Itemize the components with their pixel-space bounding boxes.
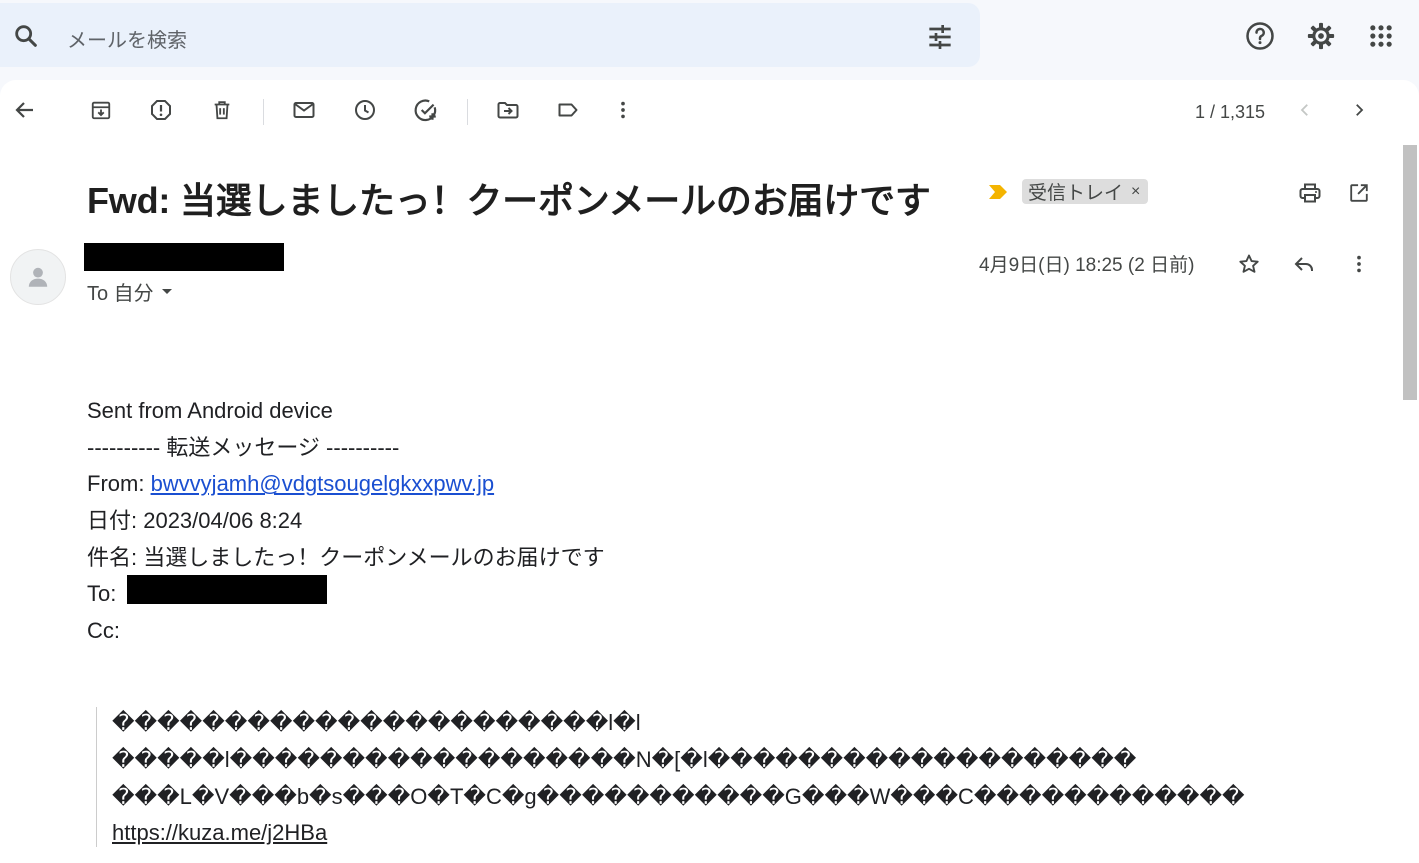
person-icon — [28, 267, 48, 287]
quoted-content: ����������������������l�l �����l��������… — [96, 707, 1346, 847]
email-subject: Fwd: 当選しましたっ！クーポンメールのお届けです — [87, 180, 931, 221]
forwarded-subject-line: 件名: 当選しましたっ！クーポンメールのお届けです — [87, 544, 605, 570]
apps-grid-icon[interactable] — [1365, 20, 1397, 52]
forwarded-separator: ---------- 転送メッセージ ---------- — [87, 434, 400, 460]
remove-label-button[interactable]: × — [1131, 183, 1140, 201]
message-date: 4月9日(日) 18:25 (2 日前) — [979, 255, 1195, 276]
to-label: To: — [87, 581, 117, 607]
top-bar: メールを検索 — [0, 0, 1419, 72]
message-more-vert-icon[interactable] — [1343, 248, 1375, 280]
redacted-sender-name — [84, 243, 284, 271]
toolbar-divider — [263, 99, 264, 125]
signature-line: Sent from Android device — [87, 398, 333, 423]
sender-avatar[interactable] — [10, 249, 66, 305]
to-me-label: To 自分 — [87, 283, 154, 305]
message-body: Sent from Android device ---------- 転送メッ… — [87, 393, 605, 650]
garbled-text-line: ���L�V���b�s���O�T�C�g�����������G���W��… — [112, 784, 1245, 809]
open-in-new-window-icon[interactable] — [1343, 177, 1375, 209]
caret-down-icon[interactable] — [161, 289, 172, 294]
report-spam-icon[interactable] — [147, 96, 175, 124]
snooze-clock-icon[interactable] — [351, 96, 379, 124]
mark-unread-icon[interactable] — [290, 96, 318, 124]
search-bar[interactable]: メールを検索 — [0, 3, 980, 67]
newer-chevron-left-icon[interactable] — [1291, 96, 1319, 124]
forwarded-from-line: From: bwvvyjamh@vdgtsougelgkxxpwv.jp — [87, 466, 605, 503]
suspicious-link[interactable]: https://kuza.me/j2HBa — [112, 820, 327, 846]
back-arrow-icon[interactable] — [11, 96, 39, 124]
older-chevron-right-icon[interactable] — [1345, 96, 1373, 124]
star-icon[interactable] — [1233, 248, 1265, 280]
search-input[interactable]: メールを検索 — [67, 24, 187, 53]
redacted-recipient — [127, 575, 327, 604]
forwarded-date-line: 日付: 2023/04/06 8:24 — [87, 508, 303, 534]
more-vert-icon[interactable] — [609, 96, 637, 124]
reply-icon[interactable] — [1288, 248, 1320, 280]
garbled-text-line: �����l������������������N�[�l�����������… — [112, 747, 1137, 772]
recipient-details-toggle[interactable]: To 自分 — [87, 277, 172, 306]
scrollbar-thumb[interactable] — [1403, 145, 1417, 400]
search-icon[interactable] — [12, 22, 40, 50]
importance-marker-icon[interactable] — [988, 184, 1008, 200]
from-email-link[interactable]: bwvvyjamh@vdgtsougelgkxxpwv.jp — [151, 471, 495, 496]
inbox-label-chip[interactable]: 受信トレイ × — [1022, 179, 1149, 204]
print-icon[interactable] — [1294, 177, 1326, 209]
move-to-icon[interactable] — [494, 96, 522, 124]
search-options-icon[interactable] — [924, 21, 956, 53]
from-label: From: — [87, 471, 151, 497]
help-icon[interactable] — [1244, 20, 1276, 52]
delete-icon[interactable] — [208, 96, 236, 124]
settings-gear-icon[interactable] — [1305, 20, 1337, 52]
forwarded-cc-line: Cc: — [87, 618, 120, 644]
label-icon[interactable] — [554, 96, 582, 124]
add-task-icon[interactable] — [412, 96, 440, 124]
archive-icon[interactable] — [87, 96, 115, 124]
inbox-label-text: 受信トレイ — [1028, 183, 1124, 204]
pagination-count: 1 / 1,315 — [1195, 102, 1266, 122]
message-toolbar: 1 / 1,315 — [0, 80, 1400, 144]
garbled-text-line: ����������������������l�l — [112, 710, 641, 735]
message-panel: 1 / 1,315 Fwd: 当選しましたっ！クーポンメールのお届けです 受信ト… — [0, 80, 1419, 863]
toolbar-divider — [467, 99, 468, 125]
vertical-scrollbar[interactable] — [1402, 145, 1417, 863]
